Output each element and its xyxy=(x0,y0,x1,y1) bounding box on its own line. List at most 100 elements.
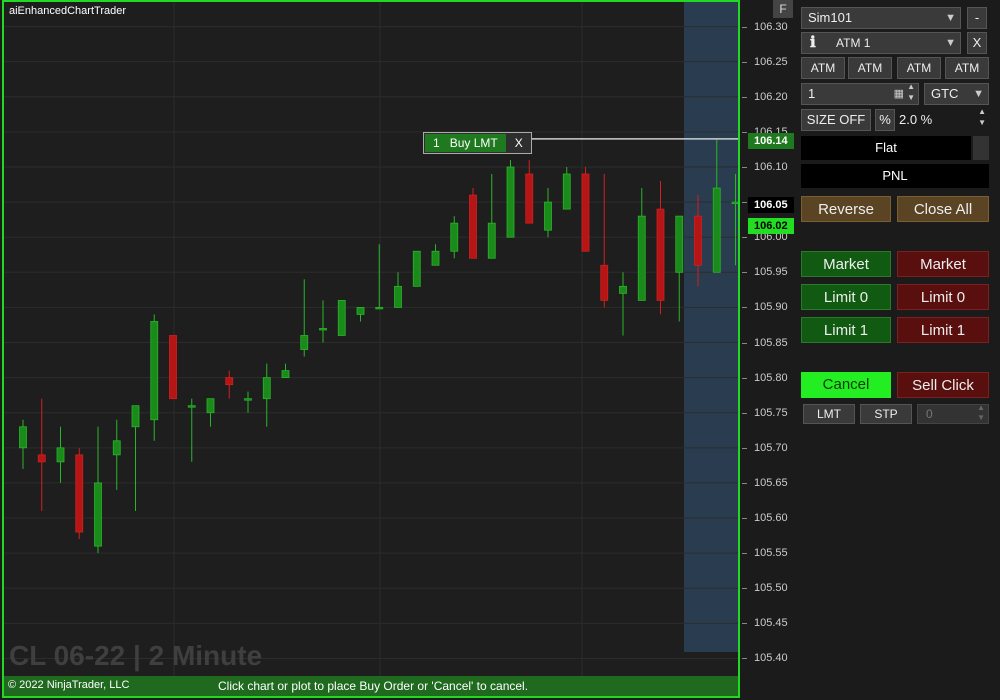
candle-body xyxy=(169,335,177,400)
minus-button[interactable]: - xyxy=(967,7,987,29)
candle-body xyxy=(150,321,159,421)
price-tick-label: 105.55 xyxy=(754,547,788,560)
cancel-button[interactable]: Cancel xyxy=(801,372,891,398)
lmt-button[interactable]: LMT xyxy=(803,404,855,424)
cancel-order-button[interactable]: X xyxy=(507,136,531,150)
candle-body xyxy=(300,335,309,350)
tif-value: GTC xyxy=(931,86,959,101)
candle-body xyxy=(225,377,234,386)
candle-body xyxy=(112,440,121,456)
account-value: Sim101 xyxy=(808,10,853,25)
buy-limit0-button[interactable]: Limit 0 xyxy=(801,284,891,310)
account-select[interactable]: Sim101 ▼ xyxy=(801,7,961,29)
price-tick-mark xyxy=(742,588,747,590)
price-tick-label: 106.30 xyxy=(754,20,788,33)
price-tick-label: 105.45 xyxy=(754,617,788,630)
price-tick-mark xyxy=(742,377,747,379)
price-tick-mark xyxy=(742,237,747,239)
quantity-stepper[interactable]: 1 ▦ ▲ ▼ xyxy=(801,81,919,105)
candle-body xyxy=(394,285,402,308)
candle-body xyxy=(487,222,496,259)
candle-body xyxy=(94,482,102,547)
chevron-down-icon: ▼ xyxy=(973,88,984,100)
price-tick-mark xyxy=(742,623,747,625)
tif-select[interactable]: GTC ▼ xyxy=(924,83,989,105)
candle-body xyxy=(656,208,665,301)
candle-body xyxy=(75,454,84,533)
stepper-arrows-icon[interactable]: ▲ ▼ xyxy=(978,106,986,128)
percent-button[interactable]: % xyxy=(875,109,895,131)
chevron-down-icon: ▼ xyxy=(945,12,956,24)
info-icon[interactable]: ℹ xyxy=(810,33,816,53)
candle-body xyxy=(712,187,721,273)
price-tick-label: 105.70 xyxy=(754,441,788,454)
price-axis[interactable]: 106.30106.25106.20106.15106.10106.05106.… xyxy=(742,0,794,700)
chart-title: aiEnhancedChartTrader xyxy=(9,5,126,17)
candle-body xyxy=(694,215,702,266)
atm-button-2[interactable]: ATM xyxy=(848,57,892,79)
candle-body xyxy=(187,405,196,408)
stp-button[interactable]: STP xyxy=(860,404,912,424)
chart-trader-panel: Sim101 ▼ - ℹ ATM 1 ▼ X ATM ATM ATM ATM 1… xyxy=(795,0,1000,700)
size-off-button[interactable]: SIZE OFF xyxy=(801,109,871,131)
candle-body xyxy=(675,215,684,273)
price-tick-label: 105.50 xyxy=(754,582,788,595)
candle-body xyxy=(525,173,534,224)
percent-field[interactable]: 2.0 % ▲ ▼ xyxy=(899,106,989,131)
price-tick-label: 105.95 xyxy=(754,266,788,279)
instrument-watermark: CL 06-22 | 2 Minute xyxy=(9,640,263,671)
price-tick-label: 105.40 xyxy=(754,652,788,665)
price-tick-label: 106.25 xyxy=(754,55,788,68)
candle-body xyxy=(244,398,252,401)
price-tick-label: 105.65 xyxy=(754,476,788,489)
close-all-button[interactable]: Close All xyxy=(897,196,989,222)
last-price-tag: 106.05 xyxy=(748,197,794,213)
reverse-button[interactable]: Reverse xyxy=(801,196,891,222)
candle-body xyxy=(281,370,290,379)
candle-body xyxy=(37,454,46,463)
price-tick-mark xyxy=(742,272,747,274)
stepper-arrows-icon[interactable]: ▲ ▼ xyxy=(907,81,915,103)
buy-market-button[interactable]: Market xyxy=(801,251,891,277)
price-tick-mark xyxy=(742,202,747,204)
candle-body xyxy=(131,405,140,428)
bid-price-tag: 106.02 xyxy=(748,218,794,234)
atm-button-1[interactable]: ATM xyxy=(801,57,845,79)
candle-body xyxy=(337,299,346,336)
price-tick-label: 105.90 xyxy=(754,301,788,314)
status-bar: © 2022 NinjaTrader, LLC Click chart or p… xyxy=(4,676,738,696)
candle-body xyxy=(637,215,646,301)
calculator-icon[interactable]: ▦ xyxy=(894,84,904,104)
price-tick-mark xyxy=(742,131,747,133)
candlestick-chart[interactable] xyxy=(4,2,738,676)
sell-click-button[interactable]: Sell Click xyxy=(897,372,989,398)
candle-body xyxy=(319,328,327,331)
sell-limit0-button[interactable]: Limit 0 xyxy=(897,284,989,310)
atm-close-button[interactable]: X xyxy=(967,32,987,54)
candle-body xyxy=(469,194,477,259)
stepper-arrows-icon[interactable]: ▲ ▼ xyxy=(977,403,985,423)
offset-stepper[interactable]: 0 ▲ ▼ xyxy=(917,403,989,424)
candle-body xyxy=(206,398,215,414)
percent-value: 2.0 % xyxy=(899,112,933,127)
pnl-display: PNL xyxy=(801,164,989,188)
buy-limit1-button[interactable]: Limit 1 xyxy=(801,317,891,343)
atm-button-4[interactable]: ATM xyxy=(945,57,989,79)
chart-panel[interactable]: aiEnhancedChartTrader CL 06-22 | 2 Minut… xyxy=(2,0,740,698)
sell-market-button[interactable]: Market xyxy=(897,251,989,277)
f-button[interactable]: F xyxy=(773,0,793,18)
buy-limit-order-tag[interactable]: 1 Buy LMT X xyxy=(423,132,532,154)
price-tick-mark xyxy=(742,482,747,484)
candle-body xyxy=(356,307,365,315)
sell-limit1-button[interactable]: Limit 1 xyxy=(897,317,989,343)
candle-body xyxy=(19,426,27,449)
candle-body xyxy=(544,201,552,231)
candle-body xyxy=(56,447,65,463)
candle-body xyxy=(375,307,384,310)
atm-strategy-select[interactable]: ℹ ATM 1 ▼ xyxy=(801,32,961,54)
order-tag-label[interactable]: 1 Buy LMT xyxy=(425,134,506,152)
status-hint: Click chart or plot to place Buy Order o… xyxy=(218,679,529,693)
candle-body xyxy=(562,173,571,210)
offset-value: 0 xyxy=(926,407,933,421)
atm-button-3[interactable]: ATM xyxy=(897,57,941,79)
